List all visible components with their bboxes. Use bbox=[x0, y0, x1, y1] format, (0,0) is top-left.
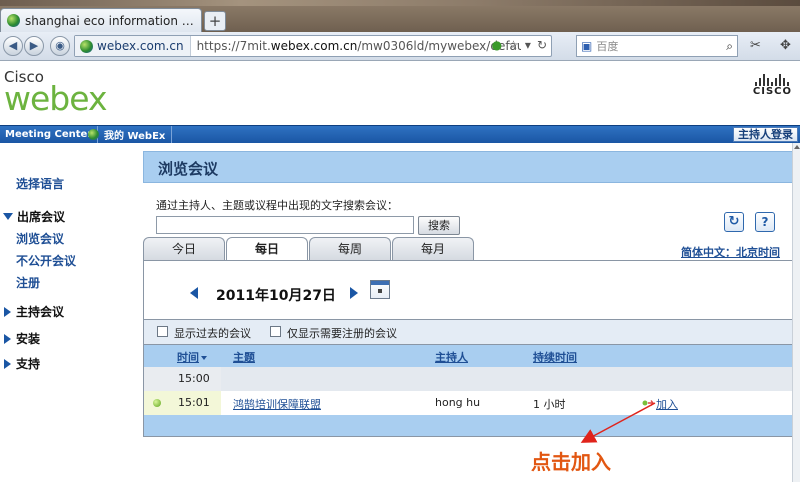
page-header: 浏览会议 bbox=[143, 151, 793, 183]
browser-nav-bar: ◀ ▶ ◉ webex.com.cn https://7mit.webex.co… bbox=[0, 32, 800, 61]
meeting-search-input[interactable] bbox=[156, 216, 414, 234]
table-row: 15:01 鸿鹄培训保障联盟 hong hu 1 小时 加入 bbox=[143, 391, 793, 415]
meeting-status-icon bbox=[153, 399, 161, 407]
table-header: 时间 主题 主持人 持续时间 bbox=[143, 345, 793, 367]
meeting-topic-link[interactable]: 鸿鹄培训保障联盟 bbox=[233, 396, 321, 412]
site-globe-icon bbox=[80, 39, 93, 53]
table-footer bbox=[143, 415, 793, 437]
webex-logo: Cisco webex bbox=[4, 70, 107, 118]
sidebar-section-host-label: 主持会议 bbox=[16, 305, 65, 319]
home-icon[interactable]: ◉ bbox=[50, 36, 70, 56]
meeting-host: hong hu bbox=[435, 396, 481, 409]
sidebar-section-host[interactable]: 主持会议 bbox=[3, 303, 64, 320]
filter-row: 显示过去的会议 仅显示需要注册的会议 bbox=[143, 320, 793, 345]
top-nav-bar: Meeting Center 我的 WebEx 主持人登录 bbox=[0, 125, 800, 143]
date-navigator: 2011年10月27日 bbox=[143, 260, 793, 320]
registration-only-label: 仅显示需要注册的会议 bbox=[287, 327, 397, 340]
search-label: 通过主持人、主题或议程中出现的文字搜索会议： bbox=[156, 199, 398, 212]
site-identity[interactable]: webex.com.cn bbox=[75, 36, 191, 56]
sidebar-item-register[interactable]: 注册 bbox=[16, 274, 40, 291]
url-host: webex.com.cn bbox=[270, 39, 358, 53]
search-engine-icon[interactable]: ▣ bbox=[581, 39, 592, 53]
meeting-time: 15:01 bbox=[178, 396, 210, 409]
sidebar-section-install-label: 安装 bbox=[16, 332, 41, 346]
site-identity-label: webex.com.cn bbox=[97, 39, 184, 53]
annotation-text: 点击加入 bbox=[531, 450, 611, 474]
tab-my-webex-label: 我的 WebEx bbox=[104, 131, 166, 142]
addon-icon[interactable]: ✥ bbox=[780, 38, 791, 53]
logo-webex-text: webex bbox=[4, 79, 107, 118]
tab-my-webex[interactable]: 我的 WebEx bbox=[82, 126, 173, 143]
bookmark-star-icon[interactable]: ☆ bbox=[508, 38, 519, 52]
sidebar-item-browse[interactable]: 浏览会议 bbox=[16, 230, 64, 247]
dropdown-icon[interactable]: ▾ bbox=[525, 38, 531, 52]
search-engine-box[interactable]: ▣ 百度 ⌕ bbox=[576, 35, 738, 57]
sidebar-item-language[interactable]: 选择语言 bbox=[16, 175, 64, 192]
browser-tab[interactable]: shanghai eco information technolog... bbox=[0, 8, 202, 32]
left-sidebar: 选择语言 出席会议 浏览会议 不公开会议 注册 主持会议 安装 支持 bbox=[0, 143, 138, 482]
show-past-checkbox[interactable] bbox=[157, 326, 168, 337]
address-bar[interactable]: webex.com.cn https://7mit.webex.com.cn/m… bbox=[74, 35, 552, 57]
help-icon[interactable]: ? bbox=[755, 212, 775, 232]
sort-down-icon bbox=[201, 356, 207, 360]
url-prefix: https://7mit. bbox=[196, 39, 271, 53]
browser-tab-strip: shanghai eco information technolog... + bbox=[0, 6, 800, 32]
reload-icon[interactable]: ↻ bbox=[537, 38, 547, 52]
hour-label: 15:00 bbox=[178, 372, 210, 385]
join-meeting-link[interactable]: 加入 bbox=[656, 396, 678, 412]
meeting-duration: 1 小时 bbox=[533, 398, 566, 411]
tab-daily[interactable]: 每日 bbox=[226, 237, 308, 261]
sidebar-section-install[interactable]: 安装 bbox=[3, 330, 40, 347]
calendar-icon[interactable] bbox=[370, 280, 390, 299]
browser-tab-title: shanghai eco information technolog... bbox=[25, 13, 195, 28]
sidebar-section-attend[interactable]: 出席会议 bbox=[3, 208, 65, 225]
sidebar-section-support[interactable]: 支持 bbox=[3, 355, 40, 372]
next-day-icon[interactable] bbox=[350, 287, 358, 299]
cisco-logo: CISCO bbox=[753, 74, 792, 97]
language-timezone-link[interactable]: 简体中文：北京时间 bbox=[681, 244, 780, 260]
tab-today[interactable]: 今日 bbox=[143, 237, 225, 260]
column-topic[interactable]: 主题 bbox=[233, 349, 255, 365]
registration-only-checkbox[interactable] bbox=[270, 326, 281, 337]
sidebar-section-attend-label: 出席会议 bbox=[17, 210, 66, 224]
expanded-arrow-icon bbox=[3, 213, 13, 220]
sidebar-section-support-label: 支持 bbox=[16, 357, 41, 371]
column-time-label: 时间 bbox=[177, 351, 199, 364]
sidebar-item-unlisted[interactable]: 不公开会议 bbox=[16, 252, 76, 269]
scroll-up-icon[interactable] bbox=[794, 145, 800, 149]
globe-icon bbox=[7, 14, 20, 27]
join-icon[interactable] bbox=[642, 398, 654, 408]
current-date: 2011年10月27日 bbox=[216, 288, 336, 304]
forward-button[interactable]: ▶ bbox=[24, 36, 44, 56]
tab-weekly[interactable]: 每周 bbox=[309, 237, 391, 260]
hour-row: 15:00 bbox=[143, 367, 793, 391]
collapsed-arrow-icon bbox=[4, 306, 11, 317]
search-engine-placeholder: 百度 bbox=[596, 40, 619, 53]
page-title: 浏览会议 bbox=[158, 160, 219, 178]
column-duration[interactable]: 持续时间 bbox=[533, 349, 577, 365]
page-scrollbar[interactable] bbox=[792, 143, 800, 482]
magnifier-icon[interactable]: ⌕ bbox=[726, 39, 733, 54]
go-icon[interactable]: ● bbox=[492, 38, 502, 52]
collapsed-arrow-icon bbox=[4, 358, 11, 369]
new-tab-button[interactable]: + bbox=[204, 11, 226, 31]
tab-monthly[interactable]: 每月 bbox=[392, 237, 474, 260]
previous-day-icon[interactable] bbox=[190, 287, 198, 299]
url-text[interactable]: https://7mit.webex.com.cn/mw0306ld/myweb… bbox=[191, 39, 521, 53]
refresh-icon[interactable]: ↻ bbox=[724, 212, 744, 232]
cisco-bars-icon bbox=[753, 74, 792, 86]
back-button[interactable]: ◀ bbox=[3, 36, 23, 56]
column-host[interactable]: 主持人 bbox=[435, 349, 468, 365]
show-past-label: 显示过去的会议 bbox=[174, 327, 251, 340]
host-login-button[interactable]: 主持人登录 bbox=[733, 127, 798, 142]
collapsed-arrow-icon bbox=[4, 333, 11, 344]
search-button[interactable]: 搜索 bbox=[418, 216, 460, 235]
cisco-wordmark: CISCO bbox=[752, 86, 792, 97]
tools-icon[interactable]: ✂ bbox=[750, 38, 761, 53]
my-webex-icon bbox=[88, 129, 99, 140]
column-time[interactable]: 时间 bbox=[177, 349, 207, 365]
